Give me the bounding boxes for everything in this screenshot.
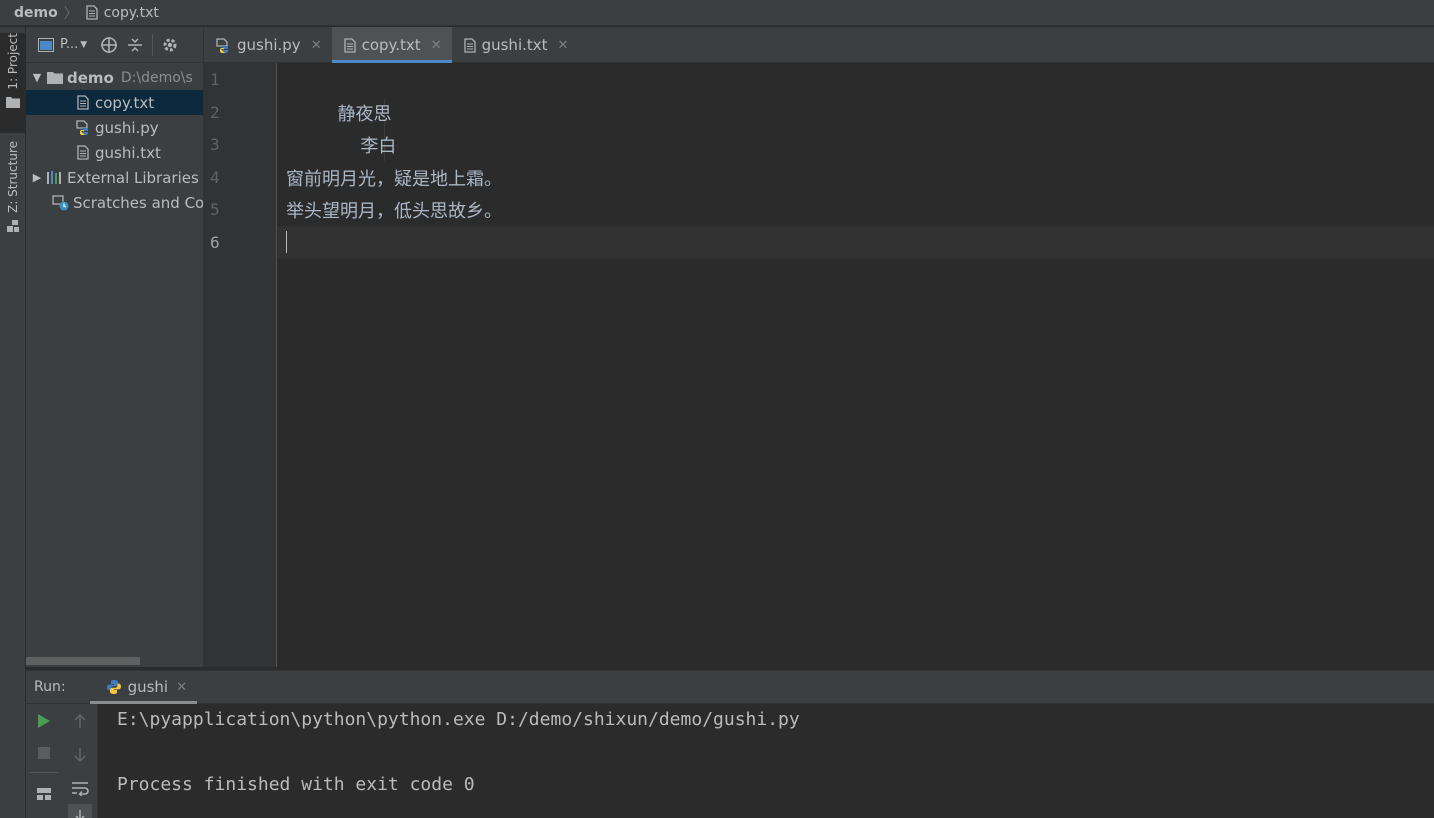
stop-icon — [38, 747, 50, 759]
tab-label: gushi.py — [237, 36, 301, 54]
breadcrumb-file[interactable]: copy.txt — [86, 5, 159, 21]
python-icon — [106, 680, 121, 694]
tab-label: copy.txt — [361, 36, 421, 54]
code-line: 静夜思 — [286, 104, 392, 125]
line-number-gutter: 1 2 3 4 5 6 — [204, 63, 277, 667]
line-number: 5 — [210, 200, 220, 219]
text-file-icon — [463, 37, 476, 53]
python-file-icon — [74, 119, 92, 137]
scratches-icon — [52, 194, 70, 212]
structure-icon — [7, 219, 19, 232]
collapse-all-icon[interactable] — [126, 36, 144, 54]
horizontal-scrollbar[interactable] — [26, 657, 140, 665]
text-file-icon — [343, 37, 356, 53]
code-editor[interactable]: 静夜思 李白 窗前明月光，疑是地上霜。 举头望明月，低头思故乡。 — [278, 63, 1434, 667]
scroll-to-end-button[interactable] — [68, 804, 92, 818]
close-icon[interactable]: ✕ — [558, 38, 569, 53]
project-view-label: P... — [60, 37, 79, 52]
layout-icon — [37, 788, 51, 800]
structure-tool-label: Z: Structure — [6, 141, 20, 213]
tree-item-gushi-txt[interactable]: gushi.txt — [26, 140, 203, 165]
tree-item-label: demo — [67, 68, 114, 87]
libraries-icon — [46, 169, 64, 187]
close-icon[interactable]: ✕ — [311, 38, 322, 53]
run-console[interactable]: E:\pyapplication\python\python.exe D:/de… — [98, 704, 1434, 818]
breadcrumb-separator: 〉 — [63, 5, 78, 22]
tab-gushi-py[interactable]: gushi.py ✕ — [204, 27, 332, 63]
text-file-icon — [74, 144, 92, 162]
console-line: Process finished with exit code 0 — [117, 774, 475, 795]
run-toolbar — [26, 704, 98, 818]
structure-tool-button[interactable]: Z: Structure — [0, 141, 26, 241]
run-panel-header: Run: gushi ✕ — [26, 670, 1434, 704]
text-file-icon — [74, 94, 92, 112]
locate-icon[interactable] — [100, 36, 118, 54]
python-file-icon — [216, 37, 228, 53]
project-toolbar: P... ▼ — [26, 27, 203, 63]
console-line: E:\pyapplication\python\python.exe D:/de… — [117, 709, 800, 730]
soft-wrap-button[interactable] — [68, 776, 92, 800]
rerun-button[interactable] — [32, 709, 56, 733]
caret-row-highlight — [278, 226, 1434, 258]
tab-label: gushi.txt — [481, 36, 548, 54]
folder-icon — [46, 69, 64, 87]
project-tool-button[interactable]: 1: Project — [0, 33, 26, 133]
toolbar-divider — [152, 33, 153, 56]
line-number-current: 6 — [210, 233, 220, 252]
tree-item-external-libraries[interactable]: ▶ External Libraries — [26, 165, 203, 190]
tree-item-scratches[interactable]: Scratches and Cor — [26, 190, 203, 215]
tree-item-label: External Libraries — [67, 168, 199, 187]
project-tree: ▼ demo D:\demo\s copy.txt gushi.py gushi… — [26, 63, 203, 215]
tab-copy-txt[interactable]: copy.txt ✕ — [331, 27, 452, 63]
tree-item-label: gushi.txt — [95, 143, 161, 162]
code-line: 举头望明月，低头思故乡。 — [286, 201, 502, 222]
arrow-up-icon — [74, 713, 86, 728]
text-file-icon — [86, 5, 98, 20]
project-view-icon — [38, 37, 54, 52]
breadcrumb-project[interactable]: demo — [14, 5, 58, 21]
text-caret — [286, 231, 287, 253]
tree-item-copy-txt[interactable]: copy.txt — [26, 90, 203, 115]
collapsed-arrow-icon[interactable]: ▶ — [28, 171, 46, 184]
chevron-down-icon: ▼ — [80, 39, 88, 50]
run-tab-gushi[interactable]: gushi ✕ — [89, 670, 198, 704]
line-number: 4 — [210, 168, 220, 187]
line-number: 3 — [210, 135, 220, 154]
code-line: 李白 — [286, 136, 397, 157]
project-tool-label: 1: Project — [6, 33, 20, 90]
code-line: 窗前明月光，疑是地上霜。 — [286, 169, 502, 190]
stop-button[interactable] — [32, 741, 56, 765]
layout-button[interactable] — [32, 782, 56, 806]
tree-item-gushi-py[interactable]: gushi.py — [26, 115, 203, 140]
editor-tab-bar: gushi.py ✕ copy.txt ✕ gushi.txt ✕ — [204, 27, 1434, 63]
line-number: 2 — [210, 103, 220, 122]
scroll-down-button[interactable] — [68, 743, 92, 767]
run-panel-label: Run: — [34, 679, 66, 695]
play-icon — [38, 714, 50, 728]
tree-item-label: gushi.py — [95, 118, 159, 137]
tree-item-path: D:\demo\s — [120, 69, 193, 86]
gear-icon[interactable] — [161, 36, 179, 54]
line-number: 1 — [210, 70, 220, 89]
soft-wrap-icon — [72, 782, 89, 796]
scroll-up-button[interactable] — [68, 709, 92, 733]
expanded-arrow-icon[interactable]: ▼ — [28, 71, 46, 84]
toolbar-divider — [30, 772, 58, 773]
close-icon[interactable]: ✕ — [431, 38, 442, 53]
scroll-end-icon — [75, 810, 85, 818]
tree-item-label: Scratches and Cor — [73, 193, 204, 212]
project-view-selector[interactable]: P... ▼ — [38, 36, 88, 54]
tab-gushi-txt[interactable]: gushi.txt ✕ — [452, 27, 579, 63]
navigation-bar: demo 〉 copy.txt — [0, 0, 1434, 26]
close-icon[interactable]: ✕ — [176, 680, 187, 695]
run-tab-label: gushi — [127, 678, 169, 696]
arrow-down-icon — [74, 748, 86, 763]
folder-icon — [6, 96, 20, 108]
breadcrumb-file-label: copy.txt — [103, 4, 159, 21]
tree-item-demo[interactable]: ▼ demo D:\demo\s — [26, 65, 203, 90]
left-tool-stripe: 1: Project Z: Structure — [0, 27, 26, 818]
project-panel: P... ▼ ▼ demo D:\demo\s copy.txt gushi.p… — [26, 27, 204, 667]
tree-item-label: copy.txt — [95, 93, 155, 112]
